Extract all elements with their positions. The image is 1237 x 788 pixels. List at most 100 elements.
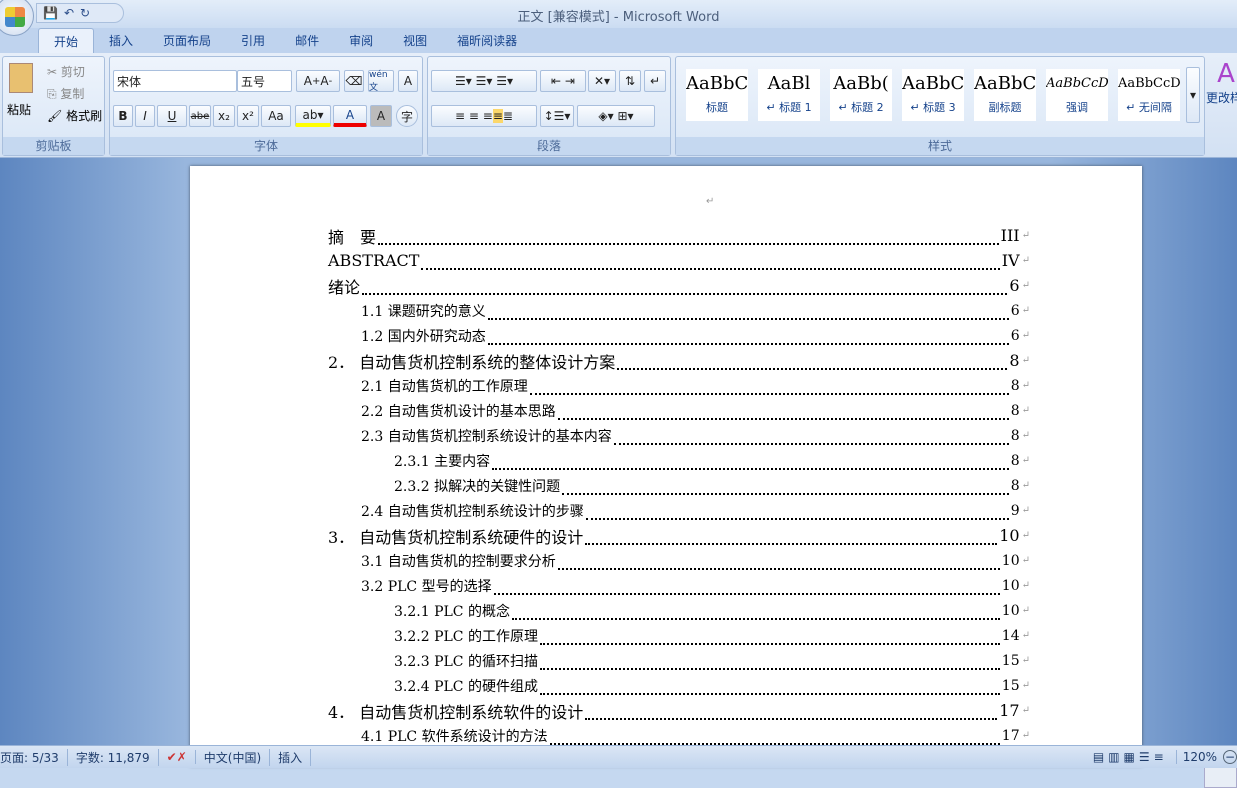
font-size-select[interactable]: 五号	[237, 70, 292, 92]
grow-font-button[interactable]: A + A-	[296, 70, 340, 92]
style-item[interactable]: AaBbC ↵ 标题 3	[902, 69, 964, 121]
toc-leader	[487, 335, 1009, 345]
language[interactable]: 中文(中国)	[196, 748, 271, 766]
toc-entry[interactable]: 1.2 国内外研究动态 6 ↵	[361, 323, 1030, 348]
toc-entry[interactable]: 2.3.2 拟解决的关键性问题 8 ↵	[394, 473, 1030, 498]
char-border-button[interactable]: A	[398, 70, 418, 92]
view-buttons[interactable]: ▤▥▦☰≡	[1085, 750, 1177, 764]
tab-6[interactable]: 视图	[388, 28, 442, 53]
tab-5[interactable]: 审阅	[334, 28, 388, 53]
toc-entry[interactable]: 3.2.1 PLC 的概念 10 ↵	[394, 598, 1030, 623]
insert-mode[interactable]: 插入	[270, 748, 312, 766]
list-buttons[interactable]: ☰▾ ☰▾ ☰▾	[431, 70, 537, 92]
copy-button[interactable]: ⎘ 复制	[47, 85, 84, 102]
toc-title: 2.1 自动售货机的工作原理	[361, 378, 528, 395]
superscript-button[interactable]: x²	[237, 105, 259, 127]
toc-title: ABSTRACT	[328, 251, 420, 270]
change-case-button[interactable]: Aa	[261, 105, 291, 127]
align-buttons[interactable]: ≡ ≡ ≡ ≡ ≣	[431, 105, 537, 127]
char-shading-button[interactable]: A	[370, 105, 392, 127]
strikethrough-button[interactable]: abe	[189, 105, 211, 127]
tab-0[interactable]: 开始	[38, 28, 95, 53]
indent-buttons[interactable]: ⇤ ⇥	[540, 70, 586, 92]
toc-entry[interactable]: 2.3 自动售货机控制系统设计的基本内容 8 ↵	[361, 423, 1030, 448]
style-name: 副标题	[988, 101, 1022, 114]
toc-entry[interactable]: ABSTRACT IV ↵	[328, 248, 1030, 273]
toc-entry[interactable]: 3.2.2 PLC 的工作原理 14 ↵	[394, 623, 1030, 648]
toc-entry[interactable]: 2.4 自动售货机控制系统设计的步骤 9 ↵	[361, 498, 1030, 523]
format-painter-button[interactable]: 🖌 格式刷	[47, 107, 102, 124]
toc-entry[interactable]: 2． 自动售货机控制系统的整体设计方案 8 ↵	[328, 348, 1030, 373]
paragraph-mark: ↵	[1021, 480, 1030, 491]
highlight-button[interactable]: ab▾	[295, 105, 331, 127]
tab-2[interactable]: 页面布局	[148, 28, 226, 53]
enclose-char-button[interactable]: 字	[396, 105, 418, 127]
toc-entry[interactable]: 3.1 自动售货机的控制要求分析 10 ↵	[361, 548, 1030, 573]
shading-border-buttons[interactable]: ◈▾ ⊞▾	[577, 105, 655, 127]
toc-entry[interactable]: 3． 自动售货机控制系统硬件的设计 10 ↵	[328, 523, 1030, 548]
toc-entry[interactable]: 2.3.1 主要内容 8 ↵	[394, 448, 1030, 473]
gallery-scroll[interactable]: ▾	[1186, 67, 1200, 123]
toc-entry[interactable]: 摘 要 III ↵	[328, 223, 1030, 248]
toc-page: 8	[1010, 377, 1020, 394]
style-item[interactable]: AaBbCcDc 强调	[1046, 69, 1108, 121]
style-item[interactable]: AaBb(↵ 标题 2	[830, 69, 892, 121]
style-item[interactable]: AaBl ↵ 标题 1	[758, 69, 820, 121]
toc-page: 17	[1001, 727, 1020, 744]
font-color-button[interactable]: A	[333, 105, 367, 127]
style-item[interactable]: AaBbC 副标题	[974, 69, 1036, 121]
italic-button[interactable]: I	[135, 105, 155, 127]
toc-leader	[617, 360, 1008, 370]
font-label: 字体	[110, 137, 422, 155]
phonetic-guide-button[interactable]: wén文	[368, 70, 394, 93]
toc-entry[interactable]: 4． 自动售货机控制系统软件的设计 17 ↵	[328, 698, 1030, 723]
sort-icon[interactable]: ⇅	[619, 70, 641, 92]
tab-4[interactable]: 邮件	[280, 28, 334, 53]
subscript-button[interactable]: x₂	[213, 105, 235, 127]
tab-7[interactable]: 福昕阅读器	[442, 28, 532, 53]
paragraph-group: ☰▾ ☰▾ ☰▾ ⇤ ⇥ ✕▾ ⇅ ↵ ≡ ≡ ≡ ≡ ≣ ↕☰▾ ◈▾ ⊞▾ …	[427, 56, 671, 156]
zoom-out-button[interactable]: −	[1223, 750, 1237, 764]
toc-title: 1.2 国内外研究动态	[361, 328, 486, 345]
style-item[interactable]: AaBbC 标题	[686, 69, 748, 121]
toc-title: 3.2.4 PLC 的硬件组成	[394, 678, 538, 695]
toc-entry[interactable]: 3.2.4 PLC 的硬件组成 15 ↵	[394, 673, 1030, 698]
page-count[interactable]: 页面: 5/33	[0, 748, 68, 766]
tab-1[interactable]: 插入	[94, 28, 148, 53]
toc-title: 2． 自动售货机控制系统的整体设计方案	[328, 352, 616, 372]
asian-layout-button[interactable]: ✕▾	[588, 70, 616, 92]
paragraph-mark: ↵	[1021, 430, 1030, 441]
style-preview: AaBb(	[833, 73, 889, 94]
style-item[interactable]: AaBbCcDc ↵ 无间隔	[1118, 69, 1180, 121]
toc-entry[interactable]: 2.1 自动售货机的工作原理 8 ↵	[361, 373, 1030, 398]
show-marks-icon[interactable]: ↵	[644, 70, 666, 92]
bold-button[interactable]: B	[113, 105, 133, 127]
toc-page: 8	[1010, 452, 1020, 469]
font-name-select[interactable]: 宋体	[113, 70, 237, 92]
change-styles-button[interactable]: A 更改样式	[1206, 59, 1237, 106]
line-spacing-button[interactable]: ↕☰▾	[540, 105, 574, 127]
style-preview: AaBbCcDc	[1046, 76, 1108, 91]
toc-entry[interactable]: 3.2.3 PLC 的循环扫描 15 ↵	[394, 648, 1030, 673]
cut-button[interactable]: ✂ 剪切	[47, 63, 85, 80]
toc-page: III	[1000, 226, 1020, 245]
word-count[interactable]: 字数: 11,879	[68, 748, 159, 766]
zoom-level[interactable]: 120%	[1177, 750, 1223, 764]
document-page[interactable]: ↵ 摘 要 III ↵ ABSTRACT IV ↵ 绪论 6 ↵ 1.1 课题研究的意义 6 ↵ 1.2…	[190, 166, 1142, 766]
styles-label: 样式	[676, 137, 1204, 155]
toc-leader	[557, 410, 1009, 420]
clear-format-icon[interactable]: ⌫	[344, 70, 364, 92]
proofing-icon[interactable]: ✔✗	[159, 750, 196, 764]
toc-entry[interactable]: 2.2 自动售货机设计的基本思路 8 ↵	[361, 398, 1030, 423]
underline-button[interactable]: U	[157, 105, 187, 127]
toc-leader	[585, 510, 1009, 520]
paragraph-mark: ↵	[1021, 280, 1030, 291]
toc-entry[interactable]: 3.2 PLC 型号的选择 10 ↵	[361, 573, 1030, 598]
toc-entry[interactable]: 1.1 课题研究的意义 6 ↵	[361, 298, 1030, 323]
toc-entry[interactable]: 绪论 6 ↵	[328, 273, 1030, 298]
paragraph-mark: ↵	[1021, 630, 1030, 641]
paste-button[interactable]: 粘贴	[7, 101, 31, 118]
toc-title: 2.4 自动售货机控制系统设计的步骤	[361, 503, 584, 520]
tab-3[interactable]: 引用	[226, 28, 280, 53]
paragraph-mark: ↵	[1021, 355, 1030, 366]
